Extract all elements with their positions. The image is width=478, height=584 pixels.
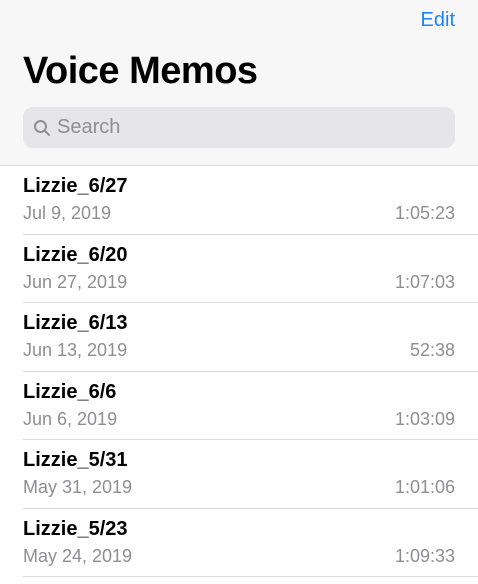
memo-duration: 1:09:33 [394,545,455,566]
memo-duration: 1:03:09 [394,408,455,429]
memo-row[interactable]: Lizzie_6/27 Jul 9, 2019 1:05:23 [23,166,478,235]
memo-row[interactable]: Lizzie_6/6 Jun 6, 2019 1:03:09 [23,372,478,440]
search-icon [31,117,53,139]
memo-date: May 31, 2019 [23,477,133,497]
memo-title: Lizzie_6/27 [23,175,128,197]
navigation-header: Edit Voice Memos [0,0,478,166]
search-input[interactable] [57,116,437,139]
memo-title: Lizzie_6/6 [23,380,117,403]
memo-date: Jun 6, 2019 [23,408,118,429]
memo-duration: 1:05:23 [394,203,455,223]
memo-row[interactable]: Lizzie_5/23 May 24, 2019 1:09:33 [23,509,478,577]
memo-date: May 24, 2019 [23,545,133,566]
memo-duration: 1:01:06 [394,477,455,497]
memo-row[interactable]: Lizzie_6/20 Jun 27, 2019 1:07:03 [23,235,478,303]
memo-title: Lizzie_5/31 [23,449,128,471]
edit-button[interactable]: Edit [421,9,455,32]
memo-row[interactable]: Lizzie_6/13 Jun 13, 2019 52:38 [23,303,478,372]
memo-date: Jun 27, 2019 [23,271,128,292]
page-title: Voice Memos [23,50,258,92]
search-bar[interactable] [23,107,455,148]
memo-duration: 52:38 [409,340,455,360]
memo-title: Lizzie_6/13 [23,312,128,334]
memo-title: Lizzie_6/20 [23,243,128,266]
memo-row[interactable]: Lizzie_5/31 May 31, 2019 1:01:06 [23,440,478,509]
memo-list: Lizzie_6/27 Jul 9, 2019 1:05:23 Lizzie_6… [0,166,478,577]
memo-date: Jun 13, 2019 [23,340,128,360]
memo-date: Jul 9, 2019 [23,203,112,223]
memo-duration: 1:07:03 [394,271,455,292]
memo-title: Lizzie_5/23 [23,517,128,540]
